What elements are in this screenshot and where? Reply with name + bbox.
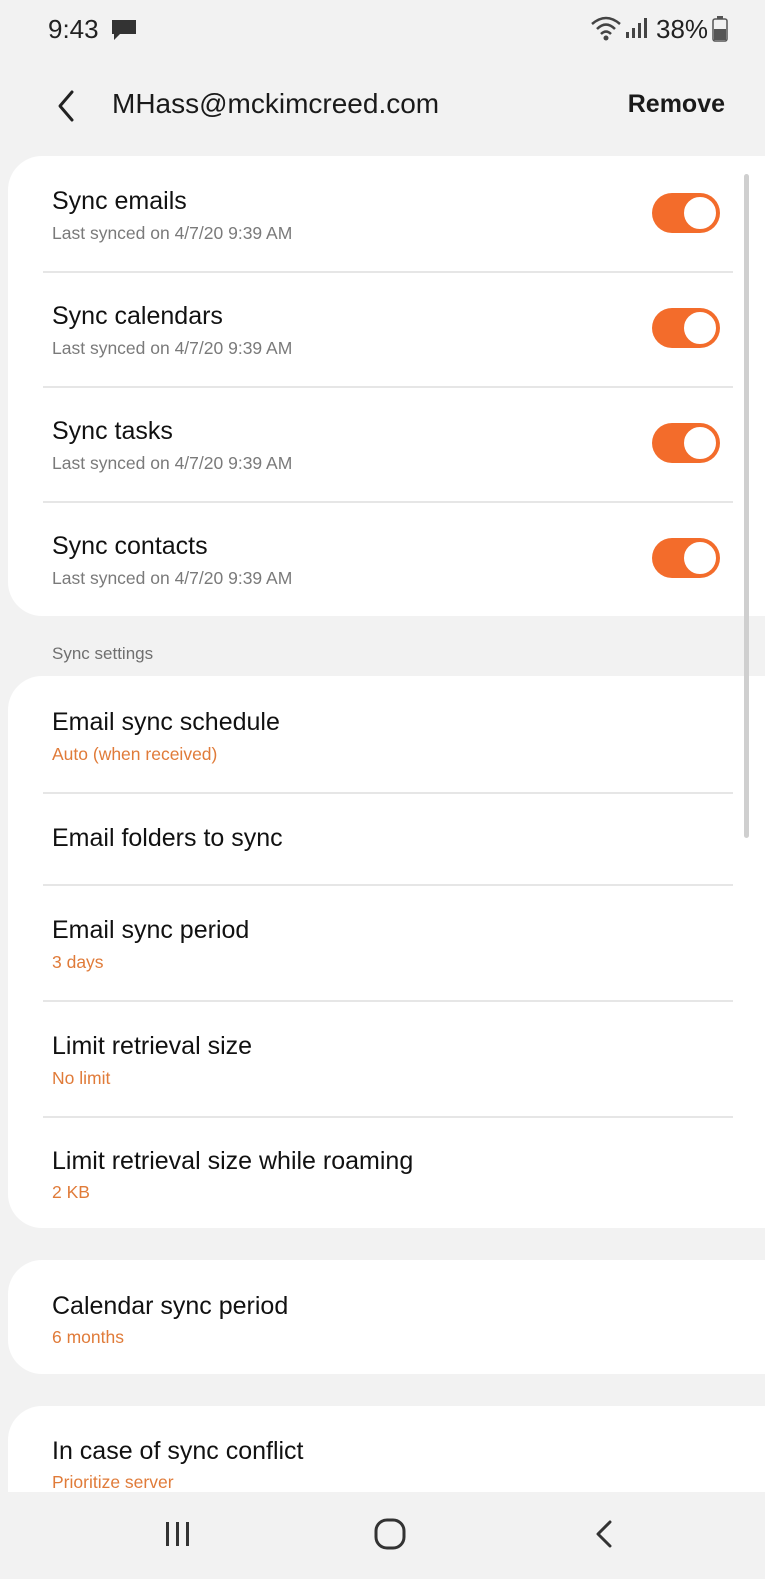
- row-title: Sync contacts: [52, 532, 208, 560]
- calendar-card: Calendar sync period 6 months: [8, 1260, 765, 1374]
- scrollbar[interactable]: [744, 174, 749, 838]
- row-subtitle: Last synced on 4/7/20 9:39 AM: [52, 338, 293, 358]
- row-title: In case of sync conflict: [52, 1437, 304, 1465]
- email-sync-period-row[interactable]: Email sync period 3 days: [8, 884, 765, 1000]
- back-button[interactable]: [48, 84, 88, 128]
- email-sync-schedule-row[interactable]: Email sync schedule Auto (when received): [8, 676, 765, 792]
- status-time: 9:43: [48, 14, 99, 44]
- sync-conflict-row[interactable]: In case of sync conflict Prioritize serv…: [8, 1406, 765, 1492]
- row-value: No limit: [52, 1068, 111, 1088]
- row-value: 2 KB: [52, 1182, 90, 1202]
- navigation-bar: [0, 1492, 765, 1579]
- row-subtitle: Last synced on 4/7/20 9:39 AM: [52, 453, 293, 473]
- status-bar: 9:43 38%: [0, 0, 765, 60]
- remove-button[interactable]: Remove: [628, 90, 725, 119]
- sync-tasks-toggle[interactable]: [652, 423, 720, 463]
- signal-icon: [626, 18, 647, 38]
- row-value: Auto (when received): [52, 744, 218, 764]
- battery-percent: 38%: [656, 14, 709, 44]
- sync-contacts-toggle[interactable]: [652, 538, 720, 578]
- app-bar: MHass@mckimcreed.com Remove: [0, 60, 765, 152]
- row-title: Email folders to sync: [52, 824, 283, 852]
- row-title: Sync emails: [52, 187, 187, 215]
- account-title: MHass@mckimcreed.com: [112, 88, 440, 119]
- wifi-icon: [591, 16, 621, 41]
- row-value: 3 days: [52, 952, 104, 972]
- message-icon: [112, 20, 136, 40]
- row-title: Email sync period: [52, 916, 250, 944]
- row-title: Email sync schedule: [52, 708, 280, 736]
- row-title: Sync tasks: [52, 417, 173, 445]
- sync-tasks-row[interactable]: Sync tasks Last synced on 4/7/20 9:39 AM: [8, 386, 765, 501]
- limit-retrieval-roaming-row[interactable]: Limit retrieval size while roaming 2 KB: [8, 1116, 765, 1228]
- row-title: Sync calendars: [52, 302, 223, 330]
- row-subtitle: Last synced on 4/7/20 9:39 AM: [52, 223, 293, 243]
- sync-calendars-toggle[interactable]: [652, 308, 720, 348]
- toggle-knob: [682, 425, 718, 461]
- calendar-sync-period-row[interactable]: Calendar sync period 6 months: [8, 1260, 765, 1374]
- row-subtitle: Last synced on 4/7/20 9:39 AM: [52, 568, 293, 588]
- sync-emails-row[interactable]: Sync emails Last synced on 4/7/20 9:39 A…: [8, 156, 765, 271]
- sync-emails-toggle[interactable]: [652, 193, 720, 233]
- sync-contacts-row[interactable]: Sync contacts Last synced on 4/7/20 9:39…: [8, 501, 765, 616]
- email-folders-row[interactable]: Email folders to sync: [8, 792, 765, 884]
- conflict-card: In case of sync conflict Prioritize serv…: [8, 1406, 765, 1492]
- home-icon[interactable]: [372, 1516, 408, 1552]
- row-title: Limit retrieval size: [52, 1032, 253, 1060]
- recents-icon[interactable]: [160, 1518, 196, 1550]
- row-value: Prioritize server: [52, 1472, 174, 1492]
- row-title: Limit retrieval size while roaming: [52, 1147, 414, 1175]
- sync-settings-card: Email sync schedule Auto (when received)…: [8, 676, 765, 1228]
- row-value: 6 months: [52, 1327, 124, 1347]
- toggle-knob: [682, 195, 718, 231]
- battery-icon: [712, 16, 728, 42]
- sync-toggles-card: Sync emails Last synced on 4/7/20 9:39 A…: [8, 156, 765, 616]
- limit-retrieval-size-row[interactable]: Limit retrieval size No limit: [8, 1000, 765, 1116]
- back-nav-icon[interactable]: [590, 1516, 620, 1552]
- section-label-sync-settings: Sync settings: [52, 644, 154, 663]
- toggle-knob: [682, 310, 718, 346]
- row-title: Calendar sync period: [52, 1292, 289, 1320]
- sync-calendars-row[interactable]: Sync calendars Last synced on 4/7/20 9:3…: [8, 271, 765, 386]
- toggle-knob: [682, 540, 718, 576]
